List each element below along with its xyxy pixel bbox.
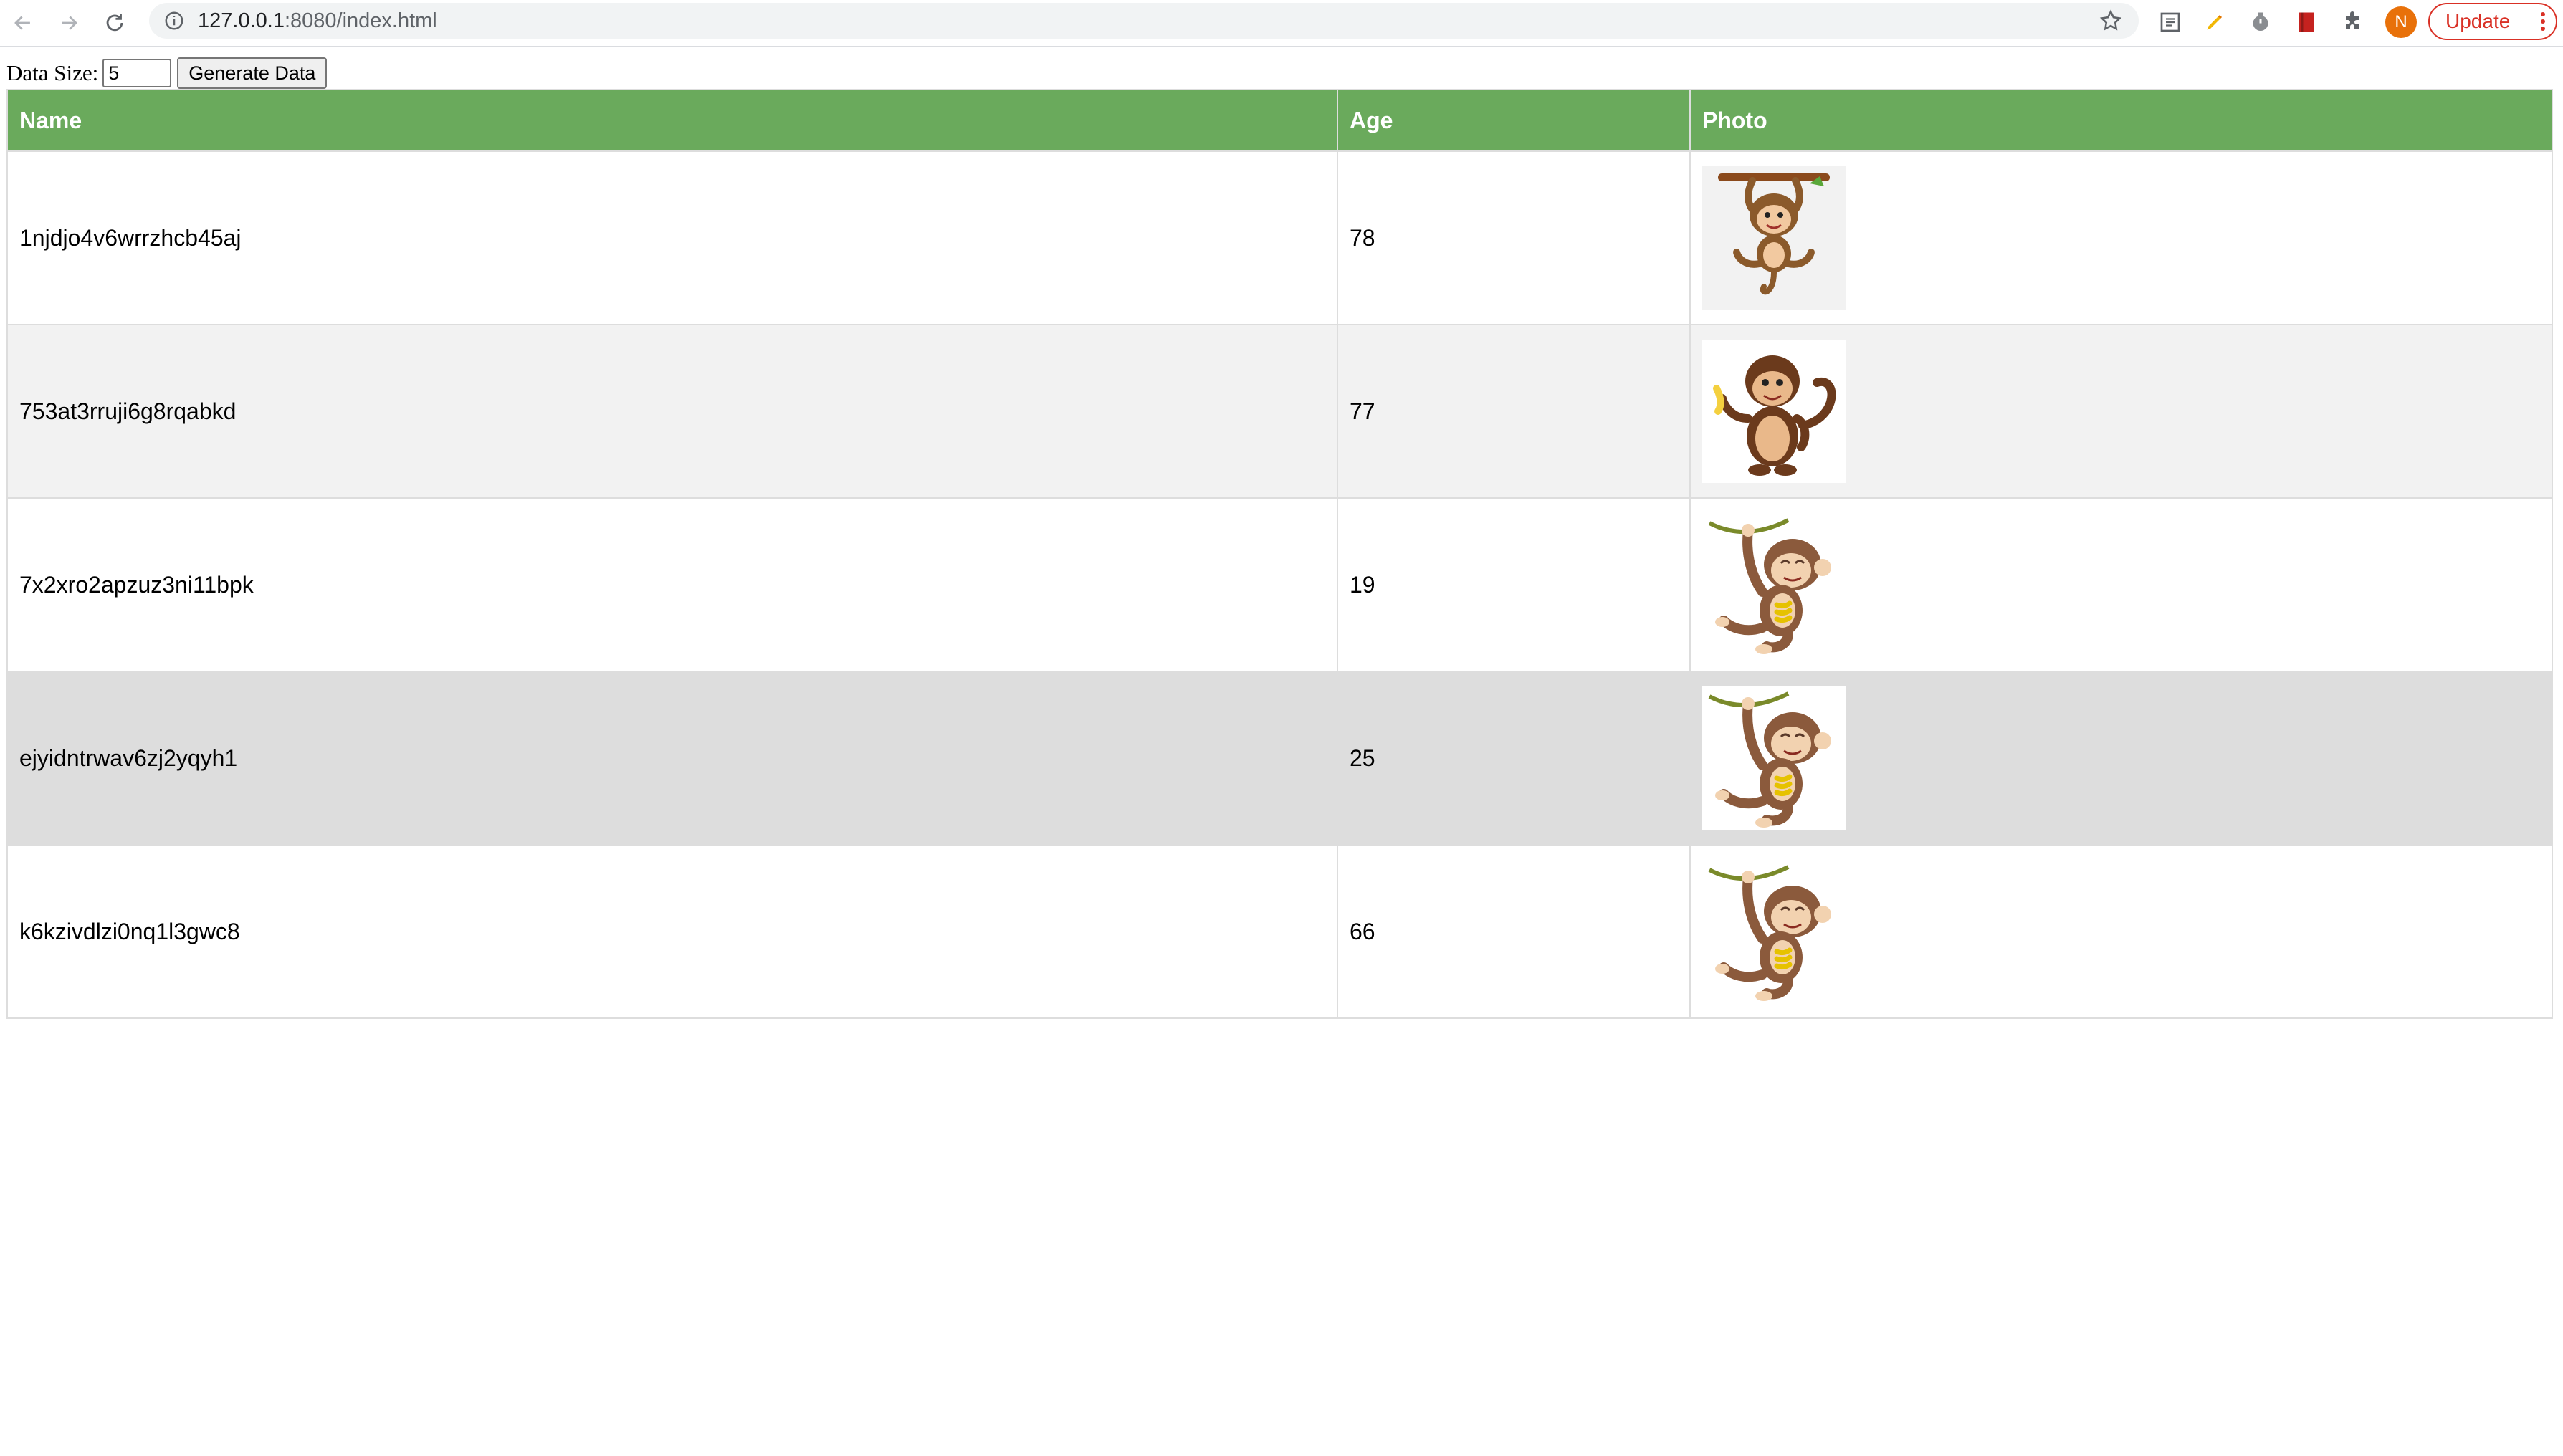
- reload-icon: [106, 14, 123, 32]
- update-label: Update: [2445, 10, 2511, 32]
- forward-button[interactable]: [46, 0, 92, 46]
- back-button[interactable]: [0, 0, 46, 46]
- data-size-label: Data Size:: [6, 60, 99, 85]
- photo-cell: [1689, 671, 2553, 846]
- book-extension-icon[interactable]: [2294, 9, 2319, 35]
- generate-data-button[interactable]: Generate Data: [177, 57, 328, 89]
- photo-cell: [1689, 497, 2553, 672]
- update-button[interactable]: Update: [2428, 3, 2557, 40]
- bookmark-star-icon[interactable]: [2099, 9, 2123, 33]
- name-cell: 7x2xro2apzuz3ni11bpk: [6, 497, 1338, 672]
- monkey-holding-banana-icon: [1702, 340, 1846, 483]
- monkey-hanging-vine-icon: [1702, 686, 1846, 830]
- reading-list-icon[interactable]: [2157, 9, 2183, 35]
- photo-cell: [1689, 324, 2553, 499]
- name-cell: k6kzivdlzi0nq1l3gwc8: [6, 844, 1338, 1019]
- column-header-age: Age: [1337, 89, 1691, 152]
- table-row: 1njdjo4v6wrrzhcb45aj 78: [6, 150, 2553, 325]
- table-header-row: Name Age Photo: [6, 89, 2553, 152]
- data-size-input[interactable]: [102, 59, 172, 87]
- name-cell: 753at3rruji6g8rqabkd: [6, 324, 1338, 499]
- photo-cell: [1689, 150, 2553, 325]
- url-path: :8080/index.html: [284, 9, 437, 32]
- address-bar[interactable]: 127.0.0.1:8080/index.html: [149, 3, 2139, 39]
- age-cell: 66: [1337, 844, 1691, 1019]
- reload-button[interactable]: [92, 0, 138, 46]
- table-row: 7x2xro2apzuz3ni11bpk 19: [6, 497, 2553, 672]
- age-cell: 19: [1337, 497, 1691, 672]
- url-text: 127.0.0.1:8080/index.html: [198, 9, 437, 33]
- table-row: 753at3rruji6g8rqabkd 77: [6, 324, 2553, 499]
- column-header-photo: Photo: [1689, 89, 2553, 152]
- name-cell: 1njdjo4v6wrrzhcb45aj: [6, 150, 1338, 325]
- data-table: Name Age Photo 1njdjo4v6wrrzhcb45aj 78 7…: [6, 89, 2553, 1019]
- monkey-hanging-vine-icon: [1702, 513, 1846, 656]
- extensions-puzzle-icon[interactable]: [2339, 9, 2365, 35]
- age-cell: 25: [1337, 671, 1691, 846]
- site-info-icon[interactable]: [163, 10, 185, 32]
- name-cell: ejyidntrwav6zj2yqyh1: [6, 671, 1338, 846]
- monkey-hanging-bar-icon: [1702, 166, 1846, 310]
- timer-extension-icon[interactable]: [2248, 9, 2273, 35]
- url-host: 127.0.0.1: [198, 9, 285, 32]
- forward-arrow-icon: [62, 16, 77, 30]
- monkey-hanging-vine-icon: [1702, 860, 1846, 1003]
- age-cell: 77: [1337, 324, 1691, 499]
- pencil-extension-icon[interactable]: [2202, 9, 2228, 35]
- photo-cell: [1689, 844, 2553, 1019]
- age-cell: 78: [1337, 150, 1691, 325]
- profile-avatar[interactable]: N: [2385, 6, 2417, 38]
- column-header-name: Name: [6, 89, 1338, 152]
- data-controls: Data Size: Generate Data: [6, 57, 328, 89]
- table-row: k6kzivdlzi0nq1l3gwc8 66: [6, 844, 2553, 1019]
- more-vert-icon: [2541, 12, 2545, 31]
- back-arrow-icon: [14, 16, 30, 30]
- table-row: ejyidntrwav6zj2yqyh1 25: [6, 671, 2553, 846]
- browser-toolbar: 127.0.0.1:8080/index.html N Update: [0, 0, 2563, 47]
